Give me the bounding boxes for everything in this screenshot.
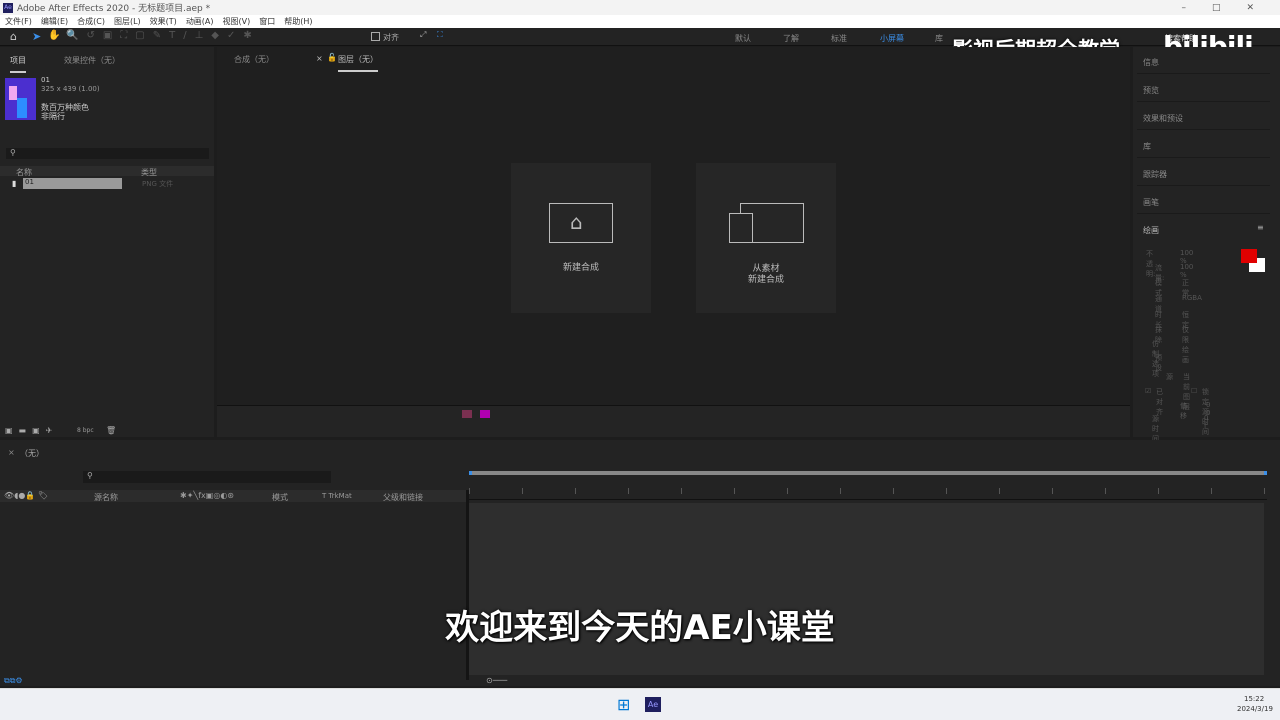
timeline-search-input[interactable]: ⚲ — [83, 471, 331, 483]
workspace-standard[interactable]: 标准 — [831, 33, 847, 44]
item-interlace-info: 非隔行 — [41, 112, 65, 121]
tab-project[interactable]: 项目 — [10, 55, 26, 73]
menu-view[interactable]: 视图(V) — [223, 16, 251, 27]
composition-icon: ⌂ — [549, 203, 613, 243]
tab-timeline[interactable]: （无） — [20, 448, 44, 459]
tab-layer[interactable]: 图层（无） — [338, 54, 378, 72]
menu-window[interactable]: 窗口 — [259, 16, 275, 27]
flow-value[interactable]: 100 % — [1180, 263, 1193, 279]
work-area-bar[interactable] — [469, 471, 1267, 475]
taskbar-ae-icon[interactable]: Ae — [645, 697, 661, 712]
film-icon — [729, 213, 753, 243]
panel-library[interactable]: 库 — [1137, 131, 1270, 158]
close-icon[interactable]: × — [316, 54, 323, 63]
panel-brush[interactable]: 画笔 — [1137, 187, 1270, 214]
tab-effect-controls[interactable]: 效果控件（无） — [64, 55, 120, 66]
foreground-color-swatch[interactable] — [1241, 249, 1257, 263]
align-checkbox[interactable] — [371, 32, 380, 41]
hand-tool-icon[interactable]: ✋ — [48, 30, 60, 41]
tab-composition[interactable]: 合成（无） — [234, 54, 274, 65]
menu-edit[interactable]: 编辑(E) — [41, 16, 68, 27]
lock-icon[interactable]: 🔓 — [327, 53, 337, 62]
project-footer-icons[interactable]: ▣▬▣✈ — [5, 426, 58, 435]
ae-app-icon: Ae — [3, 2, 13, 13]
clock-date[interactable]: 2024/3/19 — [1237, 705, 1273, 713]
switches-icons[interactable]: ✱✦╲fx▣◎◐⊛ — [180, 491, 234, 500]
grid-icon[interactable]: ⛶ — [437, 30, 443, 40]
erase-select[interactable]: 仅限绘画 — [1182, 325, 1189, 365]
viewer-panel: 合成（无） × 🔓 图层（无） — [217, 47, 1130, 437]
tool-icons[interactable]: 🔍↺▣⛶▢✎T/⊥◆✓✱ — [66, 30, 260, 41]
menu-bar: 文件(F) 编辑(E) 合成(C) 图层(L) 效果(T) 动画(A) 视图(V… — [0, 15, 1280, 28]
workspace-small-screen[interactable]: 小屏幕 — [880, 33, 904, 44]
menu-file[interactable]: 文件(F) — [5, 16, 32, 27]
col-name[interactable]: 名称 — [16, 167, 32, 178]
title-bar: Ae Adobe After Effects 2020 - 无标题项目.aep … — [0, 0, 1280, 15]
col-type[interactable]: 类型 — [141, 167, 157, 178]
panel-preview[interactable]: 预览 — [1137, 75, 1270, 102]
video-subtitle: 欢迎来到今天的AE小课堂 — [445, 608, 835, 648]
col-trkmat[interactable]: T TrkMat — [322, 492, 352, 500]
new-composition-card[interactable]: ⌂ 新建合成 — [511, 163, 651, 313]
aligned-checkbox[interactable]: ☑ — [1145, 387, 1151, 395]
trash-icon[interactable]: 🗑 — [106, 426, 116, 435]
panel-paint[interactable]: 绘画 — [1137, 215, 1270, 242]
time-ruler[interactable] — [469, 480, 1267, 500]
col-source-name[interactable]: 源名称 — [94, 492, 118, 503]
new-comp-from-footage-card[interactable]: 从素材 新建合成 — [696, 163, 836, 313]
menu-animation[interactable]: 动画(A) — [186, 16, 214, 27]
snap-icon[interactable]: ⤢ — [420, 30, 426, 40]
panel-divider[interactable] — [466, 490, 469, 680]
taskbar: ⊞ Ae 15:22 2024/3/19 — [0, 688, 1280, 720]
project-search-input[interactable]: ⚲ — [6, 148, 209, 159]
thumbnail-image — [5, 78, 36, 120]
project-panel: 项目 效果控件（无） 01 325 x 439 (1.00) 数百万种颜色 非隔… — [0, 47, 214, 437]
layer-column-header: 👁◖●🔒 🏷 源名称 ✱✦╲fx▣◎◐⊛ 模式 T TrkMat 父级和链接 — [0, 490, 466, 502]
item-dimensions: 325 x 439 (1.00) — [41, 85, 100, 93]
zoom-slider[interactable]: ⊙─── — [486, 676, 507, 685]
col-parent[interactable]: 父级和链接 — [383, 492, 423, 503]
workspace-default[interactable]: 默认 — [735, 33, 751, 44]
home-icon[interactable]: ⌂ — [10, 30, 17, 43]
project-column-header: 名称 类型 — [0, 166, 214, 178]
file-icon: ▮ — [12, 179, 17, 188]
row-name[interactable]: 01 — [23, 178, 122, 189]
align-label: 对齐 — [383, 33, 399, 42]
panel-menu-icon[interactable]: ≡ — [1257, 223, 1264, 232]
windows-start-icon[interactable]: ⊞ — [617, 697, 630, 713]
source-time-value[interactable]: 0 f — [1204, 414, 1208, 430]
selection-tool-icon[interactable]: ➤ — [32, 30, 41, 43]
window-controls[interactable]: –□✕ — [1181, 3, 1280, 13]
new-composition-label: 新建合成 — [562, 263, 599, 273]
panel-effects-presets[interactable]: 效果和预设 — [1137, 103, 1270, 130]
av-switch-icons[interactable]: 👁◖●🔒 🏷 — [4, 491, 48, 500]
row-type: PNG 文件 — [142, 180, 174, 188]
panel-info[interactable]: 信息 — [1137, 47, 1270, 74]
menu-composition[interactable]: 合成(C) — [77, 16, 105, 27]
table-row[interactable]: ▮ 01 PNG 文件 — [0, 178, 214, 189]
channel-select[interactable]: RGBA — [1182, 294, 1202, 302]
timeline-track-area — [469, 503, 1264, 675]
from-footage-label: 从素材 新建合成 — [747, 264, 784, 285]
menu-help[interactable]: 帮助(H) — [284, 16, 312, 27]
col-mode[interactable]: 模式 — [272, 492, 288, 503]
item-name: 01 — [41, 76, 50, 84]
clock-time[interactable]: 15:22 — [1244, 695, 1264, 703]
viewer-footer-controls[interactable] — [217, 405, 1130, 437]
timeline-close-icon[interactable]: × — [8, 448, 15, 457]
timeline-footer-icons[interactable]: ⧉⧉⚙ — [4, 676, 23, 686]
window-title: Adobe After Effects 2020 - 无标题项目.aep * — [17, 4, 211, 14]
menu-effect[interactable]: 效果(T) — [150, 16, 177, 27]
timeline-panel: × （无） ⚲ 👁◖●🔒 🏷 源名称 ✱✦╲fx▣◎◐⊛ 模式 T TrkMat… — [0, 440, 1280, 686]
workspace-learn[interactable]: 了解 — [783, 33, 799, 44]
panel-tracker[interactable]: 跟踪器 — [1137, 159, 1270, 186]
lock-source-checkbox[interactable]: ☐ — [1191, 387, 1197, 395]
bpc-button[interactable]: 8 bpc — [77, 427, 94, 434]
workspace-library[interactable]: 库 — [935, 33, 943, 44]
menu-layer[interactable]: 图层(L) — [114, 16, 141, 27]
